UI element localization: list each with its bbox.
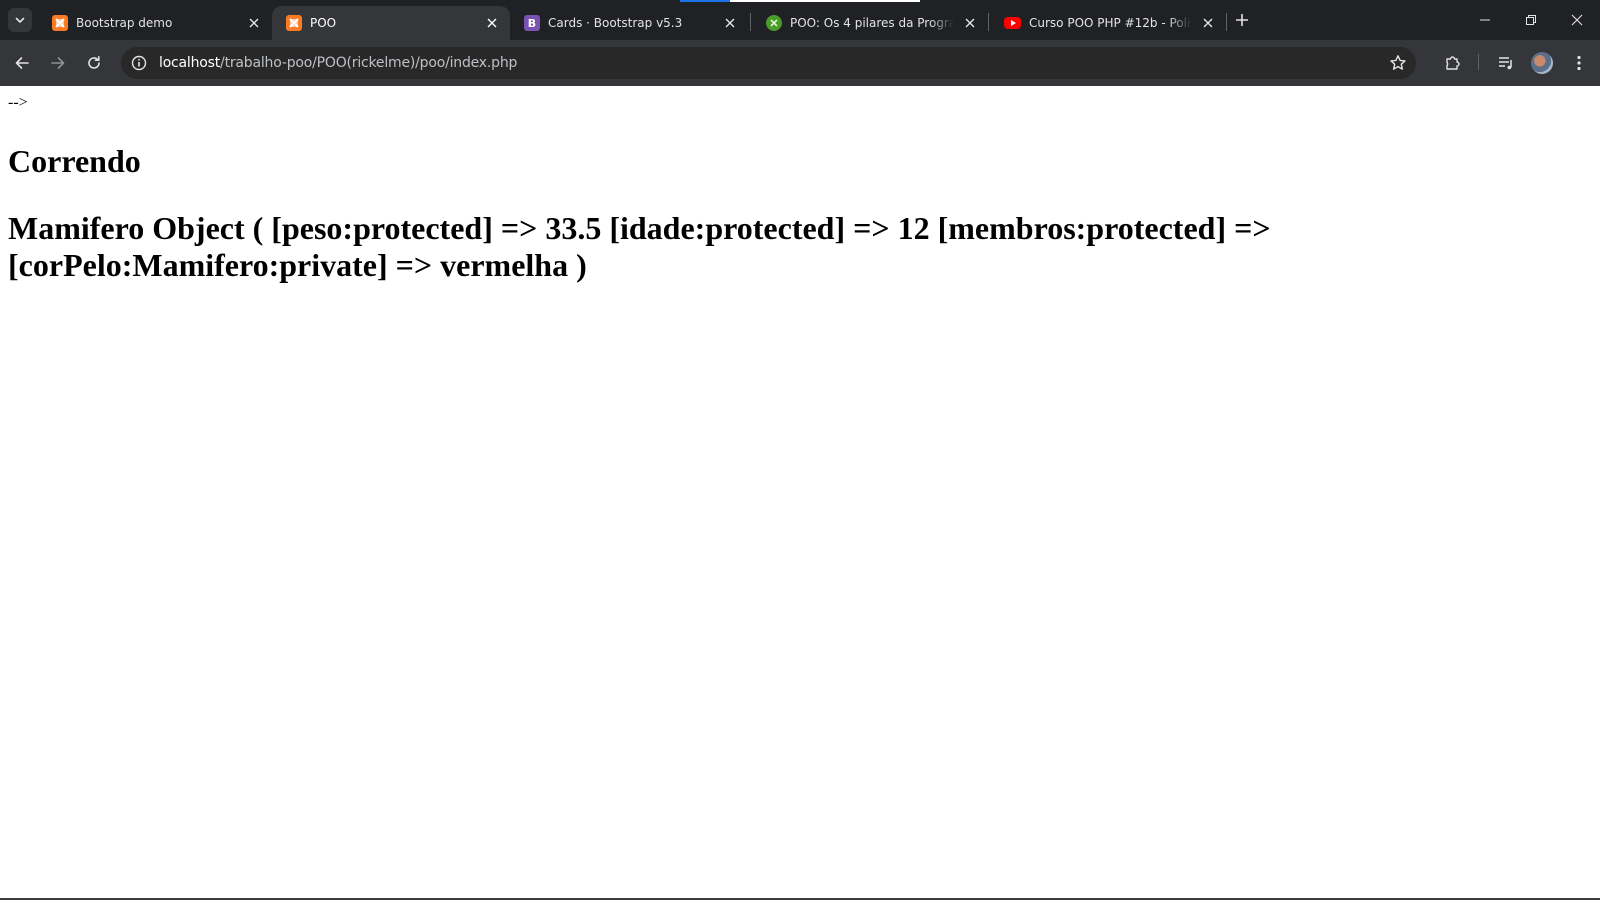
tab-poo-pilares[interactable]: POO: Os 4 pilares da Programação (752, 6, 988, 40)
extensions-puzzle-icon[interactable] (1443, 53, 1463, 73)
minimize-button[interactable] (1462, 0, 1508, 40)
stray-comment-text: --> (8, 94, 28, 111)
media-playlist-icon[interactable] (1496, 53, 1516, 73)
close-icon[interactable] (962, 15, 978, 31)
kebab-menu-icon[interactable] (1569, 53, 1589, 73)
bootstrap-icon: B (524, 15, 540, 31)
tab-title: Curso POO PHP #12b - Polimorfismo (1029, 16, 1192, 30)
url-path: /trabalho-poo/POO(rickelme)/poo/index.ph… (220, 55, 518, 71)
close-window-button[interactable] (1554, 0, 1600, 40)
minimize-icon (1480, 19, 1490, 21)
youtube-icon (1004, 17, 1021, 29)
arrow-left-icon (15, 57, 29, 69)
page-content: --> Correndo Mamifero Object ( [peso:pro… (0, 86, 1600, 900)
xampp-icon (286, 15, 302, 31)
bookmark-star-icon[interactable] (1388, 53, 1408, 73)
loading-indicator (680, 0, 920, 2)
tab-poo[interactable]: POO (272, 6, 510, 40)
arrow-right-icon (51, 57, 65, 69)
close-icon[interactable] (484, 15, 500, 31)
close-icon[interactable] (722, 15, 738, 31)
reload-button[interactable] (80, 49, 108, 77)
site-info-icon[interactable] (129, 53, 149, 73)
tab-title: POO: Os 4 pilares da Programação (790, 16, 954, 30)
tab-bootstrap-demo[interactable]: Bootstrap demo (38, 6, 272, 40)
xampp-icon (52, 15, 68, 31)
green-circle-icon (766, 15, 782, 31)
new-tab-button[interactable] (1232, 10, 1252, 30)
tab-strip: Bootstrap demo POO B Cards · Bootstrap v… (0, 0, 1600, 40)
tab-separator (988, 13, 989, 31)
tab-title: POO (310, 16, 337, 30)
plus-icon (1236, 14, 1248, 26)
address-bar[interactable]: localhost/trabalho-poo/POO(rickelme)/poo… (121, 47, 1416, 79)
heading-object-dump: Mamifero Object ( [peso:protected] => 33… (8, 210, 1271, 283)
tab-title: Cards · Bootstrap v5.3 (548, 16, 683, 30)
chevron-down-icon (15, 17, 25, 23)
tab-curso-poo-php[interactable]: Curso POO PHP #12b - Polimorfismo (990, 6, 1226, 40)
restore-icon (1526, 15, 1536, 25)
tab-cards-bootstrap[interactable]: B Cards · Bootstrap v5.3 (510, 6, 748, 40)
tab-separator (750, 13, 751, 31)
tab-title: Bootstrap demo (76, 16, 173, 30)
url-text[interactable]: localhost/trabalho-poo/POO(rickelme)/poo… (159, 55, 517, 71)
reload-icon (88, 56, 100, 69)
close-icon (1571, 14, 1583, 26)
close-icon[interactable] (246, 15, 262, 31)
tab-search-button[interactable] (8, 8, 32, 32)
restore-button[interactable] (1508, 0, 1554, 40)
heading-running: Correndo (8, 143, 141, 179)
url-host: localhost (159, 55, 221, 71)
close-icon[interactable] (1200, 15, 1216, 31)
toolbar-divider (1478, 54, 1479, 70)
back-button[interactable] (8, 49, 36, 77)
forward-button[interactable] (44, 49, 72, 77)
tab-separator (1226, 13, 1227, 31)
profile-avatar[interactable] (1531, 52, 1553, 74)
browser-toolbar: localhost/trabalho-poo/POO(rickelme)/poo… (0, 40, 1600, 86)
